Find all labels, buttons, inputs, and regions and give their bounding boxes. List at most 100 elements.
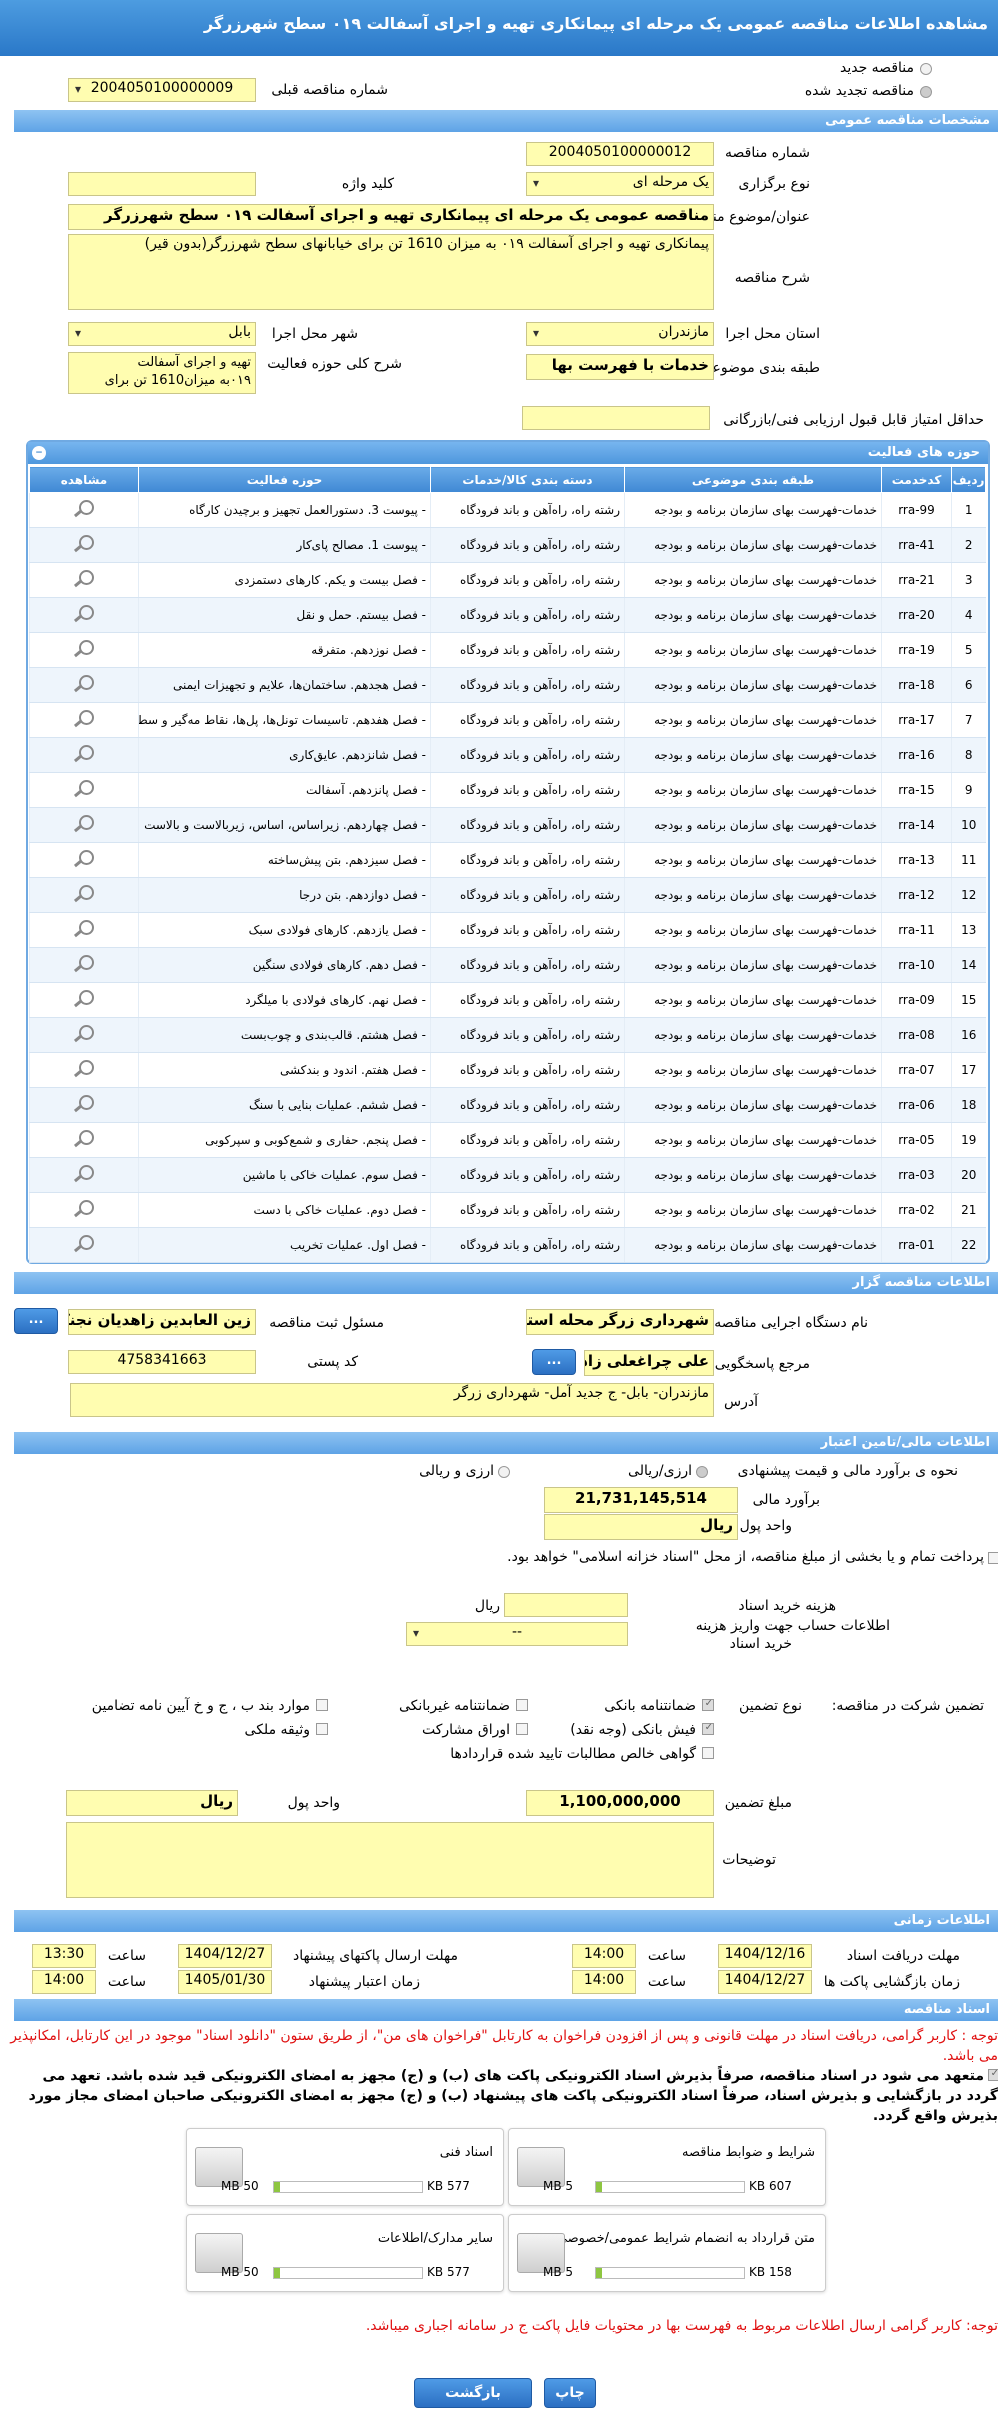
print-button[interactable]: چاپ: [544, 2378, 596, 2408]
account-select[interactable]: --: [406, 1622, 628, 1646]
magnifier-icon[interactable]: [72, 499, 96, 519]
magnifier-icon[interactable]: [72, 744, 96, 764]
view-cell[interactable]: [29, 1087, 139, 1123]
ref-more-button[interactable]: ...: [532, 1349, 576, 1375]
magnifier-icon[interactable]: [72, 1024, 96, 1044]
scope-field[interactable]: تهیه و اجرای آسفالت ۰۱۹به میزان1610 تن ب…: [68, 352, 256, 394]
table-row: 9 rra-15 خدمات-فهرست بهای سازمان برنامه و …: [29, 772, 986, 808]
new-tender-radio[interactable]: [920, 63, 932, 75]
renewed-tender-radio[interactable]: [920, 86, 932, 98]
doc-fee-unit: ریال: [474, 1598, 500, 1614]
activities-tbody: 1 rra-99 خدمات-فهرست بهای سازمان برنامه و …: [29, 492, 986, 1263]
magnifier-icon[interactable]: [72, 989, 96, 1009]
opt-property-checkbox[interactable]: [316, 1723, 328, 1735]
magnifier-icon[interactable]: [72, 919, 96, 939]
doc-file-3[interactable]: متن قرارداد به انضمام شرایط عمومی/خصوصی …: [508, 2214, 826, 2292]
open-date: 1404/12/27: [718, 1970, 812, 1994]
activity-cell: - فصل یازدهم. کارهای فولادی سبک: [138, 912, 431, 948]
org-field: شهرداری زرگر محله استان: [526, 1309, 714, 1335]
view-cell[interactable]: [29, 877, 139, 913]
magnifier-icon[interactable]: [72, 954, 96, 974]
opt-bonds-label: اوراق مشارکت: [421, 1722, 510, 1738]
currency-field: ریال: [544, 1514, 738, 1540]
currency-label: واحد پول: [739, 1518, 792, 1534]
guarantee-label: تضمین شرکت در مناقصه:: [831, 1698, 984, 1714]
opt-bank-guarantee-checkbox[interactable]: [702, 1698, 714, 1711]
magnifier-icon[interactable]: [72, 779, 96, 799]
view-cell[interactable]: [29, 1017, 139, 1053]
view-cell[interactable]: [29, 912, 139, 948]
keyword-input[interactable]: [68, 172, 256, 196]
collapse-toggle-icon[interactable]: −: [32, 446, 46, 460]
view-cell[interactable]: [29, 1052, 139, 1088]
magnifier-icon[interactable]: [72, 1164, 96, 1184]
estimate-field: 21,731,145,514: [544, 1487, 738, 1513]
row-number: 11: [951, 842, 986, 878]
province-select[interactable]: مازندران: [526, 322, 714, 346]
view-cell[interactable]: [29, 947, 139, 983]
opt-cash-checkbox[interactable]: [702, 1722, 714, 1735]
doc-file-2[interactable]: اسناد فنی 577 KB 50 MB: [186, 2128, 504, 2206]
service-code: rra-16: [881, 737, 952, 773]
method-label: نحوه ی برآورد مالی و قیمت پیشنهادی: [737, 1463, 958, 1479]
view-cell[interactable]: [29, 1122, 139, 1158]
rial-radio[interactable]: [696, 1466, 708, 1478]
magnifier-icon[interactable]: [72, 814, 96, 834]
guarantee-type-label: نوع تضمین: [739, 1698, 802, 1714]
view-cell[interactable]: [29, 1192, 139, 1228]
magnifier-icon[interactable]: [72, 1199, 96, 1219]
view-cell[interactable]: [29, 632, 139, 668]
back-button[interactable]: بازگشت: [414, 2378, 532, 2408]
category-cell: خدمات-فهرست بهای سازمان برنامه و بودجه: [624, 562, 882, 598]
doc-file-1[interactable]: شرایط و ضوابط مناقصه 607 KB 5 MB: [508, 2128, 826, 2206]
doc-file-4[interactable]: سایر مدارک/اطلاعات 577 KB 50 MB: [186, 2214, 504, 2292]
service-code: rra-03: [881, 1157, 952, 1193]
magnifier-icon[interactable]: [72, 1129, 96, 1149]
resp-more-button[interactable]: ...: [14, 1308, 58, 1334]
type-select[interactable]: یک مرحله ای: [526, 172, 714, 196]
opt-nonbank-guarantee-label: ضمانتنامه غیربانکی: [398, 1698, 510, 1714]
opt-clauses-checkbox[interactable]: [316, 1699, 328, 1711]
magnifier-icon[interactable]: [72, 569, 96, 589]
magnifier-icon[interactable]: [72, 884, 96, 904]
view-cell[interactable]: [29, 982, 139, 1018]
view-cell[interactable]: [29, 737, 139, 773]
view-cell[interactable]: [29, 527, 139, 563]
view-cell[interactable]: [29, 597, 139, 633]
service-code: rra-99: [881, 492, 952, 528]
magnifier-icon[interactable]: [72, 1234, 96, 1254]
timing-section-header: اطلاعات زمانی: [14, 1910, 998, 1932]
magnifier-icon[interactable]: [72, 639, 96, 659]
goods-class-cell: رشته راه، راه‌آهن و باند فرودگاه: [430, 1087, 625, 1123]
view-cell[interactable]: [29, 1157, 139, 1193]
magnifier-icon[interactable]: [72, 604, 96, 624]
category-cell: خدمات-فهرست بهای سازمان برنامه و بودجه: [624, 912, 882, 948]
view-cell[interactable]: [29, 807, 139, 843]
activity-cell: - فصل چهاردهم. زیراساس، اساس، زیربالاست …: [138, 807, 431, 843]
view-cell[interactable]: [29, 842, 139, 878]
view-cell[interactable]: [29, 562, 139, 598]
view-cell[interactable]: [29, 492, 139, 528]
goods-class-cell: رشته راه، راه‌آهن و باند فرودگاه: [430, 807, 625, 843]
opt-nonbank-guarantee-checkbox[interactable]: [516, 1699, 528, 1711]
city-select[interactable]: بابل: [68, 322, 256, 346]
fx-radio[interactable]: [498, 1466, 510, 1478]
magnifier-icon[interactable]: [72, 709, 96, 729]
magnifier-icon[interactable]: [72, 1094, 96, 1114]
opt-claims-checkbox[interactable]: [702, 1747, 714, 1759]
prev-number-select[interactable]: 2004050100000009: [68, 78, 256, 102]
magnifier-icon[interactable]: [72, 674, 96, 694]
magnifier-icon[interactable]: [72, 534, 96, 554]
category-cell: خدمات-فهرست بهای سازمان برنامه و بودجه: [624, 982, 882, 1018]
category-cell: خدمات-فهرست بهای سازمان برنامه و بودجه: [624, 702, 882, 738]
opt-bonds-checkbox[interactable]: [516, 1723, 528, 1735]
row-number: 7: [951, 702, 986, 738]
activity-cell: - فصل اول. عملیات تخریب: [138, 1227, 431, 1263]
view-cell[interactable]: [29, 1227, 139, 1263]
view-cell[interactable]: [29, 702, 139, 738]
magnifier-icon[interactable]: [72, 849, 96, 869]
magnifier-icon[interactable]: [72, 1059, 96, 1079]
view-cell[interactable]: [29, 667, 139, 703]
view-cell[interactable]: [29, 772, 139, 808]
service-code: rra-08: [881, 1017, 952, 1053]
